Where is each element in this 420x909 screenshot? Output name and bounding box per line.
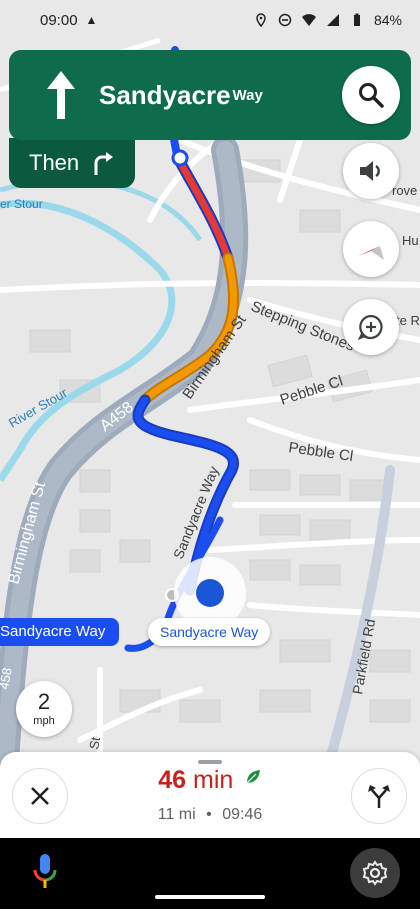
trip-distance: 11 mi (157, 806, 196, 823)
speaker-icon (360, 161, 380, 181)
then-card[interactable]: Then (9, 138, 135, 188)
add-report-icon (357, 314, 383, 341)
eta-value: 46 (158, 766, 187, 794)
guidance-street-suffix: Way (232, 86, 263, 104)
do-not-disturb-icon (278, 13, 292, 27)
report-button[interactable] (343, 299, 399, 355)
arrival-time: 09:46 (222, 806, 263, 823)
home-gesture-bar[interactable] (155, 895, 265, 899)
compass-button[interactable] (343, 221, 399, 277)
guidance-card[interactable]: Sandyacre Way (9, 50, 411, 140)
system-nav-bar (0, 838, 420, 909)
map-label-edge-te-r: te R (396, 313, 420, 328)
turn-right-arrow-icon (94, 152, 114, 175)
sheet-handle[interactable] (198, 760, 222, 764)
settings-button[interactable] (350, 848, 400, 898)
map-label-river-stour-top: er Stour (0, 197, 43, 211)
wifi-icon (301, 14, 316, 26)
eco-leaf-icon (246, 770, 260, 784)
then-label: Then (29, 150, 80, 175)
location-pin-icon (256, 13, 266, 27)
map-label-edge-hu: Hu (402, 233, 419, 248)
speedometer: 2 mph (16, 681, 72, 737)
battery-icon (353, 13, 360, 26)
map-label-edge-rove: rove (392, 183, 417, 198)
eta-unit: min (193, 766, 234, 794)
navigation-arrow-icon: ▲ (85, 13, 98, 27)
guidance-street: Sandyacre (99, 79, 231, 110)
current-street-label: Sandyacre Way (148, 618, 271, 646)
alternate-routes-button[interactable] (351, 768, 407, 824)
fork-arrows-icon (368, 785, 390, 808)
status-time: 09:00 (40, 11, 78, 29)
sound-button[interactable] (343, 143, 399, 199)
status-icons: 84% (254, 12, 402, 28)
current-location-icon (196, 579, 224, 607)
speed-value: 2 (37, 689, 51, 714)
speed-unit: mph (33, 715, 55, 727)
straight-arrow-icon (47, 71, 75, 119)
trip-separator: • (206, 806, 212, 823)
search-icon (359, 83, 384, 108)
status-bar: 09:00 ▲ 84% (0, 0, 420, 40)
route-street-label: Sandyacre Way (0, 618, 120, 646)
microphone-icon[interactable] (30, 852, 60, 892)
compass-icon (358, 246, 384, 260)
search-button[interactable] (342, 66, 400, 124)
trip-sheet[interactable]: 46 min 11 mi • 09:46 (0, 752, 420, 838)
gear-icon (362, 860, 388, 886)
cell-signal-icon (326, 14, 339, 26)
battery-level: 84% (373, 12, 402, 28)
